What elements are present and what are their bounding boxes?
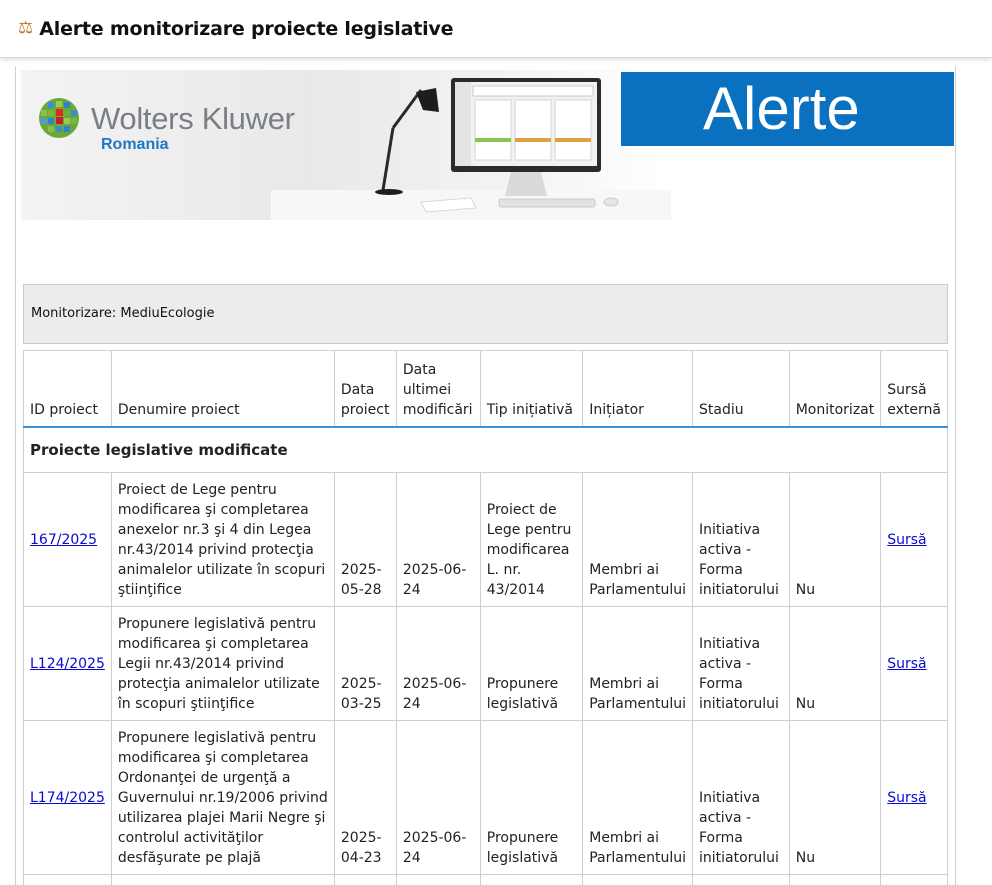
window-titlebar: ⚖ Alerte monitorizare proiecte legislati… — [0, 0, 992, 58]
project-id-link[interactable]: L124/2025 — [30, 656, 105, 672]
project-monitored-cell: Nu — [788, 720, 882, 875]
table-header-row: ID proiect Denumire proiect Data proiect… — [23, 350, 948, 428]
section-title: Proiecte legislative modificate — [23, 426, 948, 473]
desk-illustration — [271, 78, 671, 220]
project-name-cell: Propunere legislativă pentru modificarea… — [110, 720, 335, 875]
project-id-cell: L124/2025 — [23, 606, 112, 721]
project-id-cell: L174/2025 — [23, 720, 112, 875]
project-stage-cell: Initiativa activa - Forma initiatorului — [692, 720, 790, 875]
project-modified-cell: 2025-06-24 — [395, 472, 481, 607]
column-header: Sursă externă — [880, 350, 948, 428]
banner: Wolters Kluwer Romania Alerte — [21, 70, 954, 220]
column-header: Inițiator — [582, 350, 693, 428]
project-initiator-cell: Membri ai Parlamentului — [582, 720, 693, 875]
table-row: L124/2025 Propunere legislativă pentru m… — [23, 606, 948, 721]
project-type-cell: Propunere legislativă — [479, 720, 584, 875]
project-stage-cell: Initiativa activa - Forma initiatorului — [692, 606, 790, 721]
table-row — [23, 874, 948, 885]
table-row: L174/2025 Propunere legislativă pentru m… — [23, 720, 948, 875]
project-initiator-cell: Membri ai Parlamentului — [582, 472, 693, 607]
project-source-cell: Sursă — [880, 472, 948, 607]
project-name-cell: Proiect de Lege pentru modificarea şi co… — [110, 472, 335, 607]
scales-icon: ⚖ — [18, 18, 34, 38]
project-type-cell: Proiect de Lege pentru modificarea L. nr… — [479, 472, 584, 607]
brand-name: Wolters Kluwer — [91, 101, 295, 136]
projects-table: ID proiect Denumire proiect Data proiect… — [23, 350, 948, 885]
source-link[interactable]: Sursă — [887, 790, 926, 806]
project-id-link[interactable]: L174/2025 — [30, 790, 105, 806]
project-monitored-cell: Nu — [788, 472, 882, 607]
wolters-kluwer-logo-icon — [39, 98, 79, 138]
table-row: 167/2025 Proiect de Lege pentru modifica… — [23, 472, 948, 607]
project-modified-cell: 2025-06-24 — [395, 606, 481, 721]
project-stage-cell: Initiativa activa - Forma initiatorului — [692, 472, 790, 607]
source-link[interactable]: Sursă — [887, 656, 926, 672]
column-header: Tip inițiativă — [479, 350, 584, 428]
monitor-label: Monitorizare: MediuEcologie — [23, 284, 948, 344]
column-header: Monitorizat — [788, 350, 882, 428]
brand-region: Romania — [101, 136, 169, 153]
project-monitored-cell: Nu — [788, 606, 882, 721]
column-header: Data proiect — [333, 350, 397, 428]
project-date-cell: 2025-04-23 — [333, 720, 397, 875]
source-link[interactable]: Sursă — [887, 532, 926, 548]
section-row: Proiecte legislative modificate — [23, 426, 948, 473]
column-header: Data ultimei modificări — [395, 350, 481, 428]
column-header: Stadiu — [692, 350, 790, 428]
project-date-cell: 2025-03-25 — [333, 606, 397, 721]
project-id-link[interactable]: 167/2025 — [30, 532, 97, 548]
alerte-banner: Alerte — [621, 72, 954, 146]
project-source-cell: Sursă — [880, 720, 948, 875]
column-header: ID proiect — [23, 350, 112, 428]
project-source-cell: Sursă — [880, 606, 948, 721]
project-id-cell: 167/2025 — [23, 472, 112, 607]
project-date-cell: 2025-05-28 — [333, 472, 397, 607]
project-modified-cell: 2025-06-24 — [395, 720, 481, 875]
email-body: Wolters Kluwer Romania Alerte Monitoriza… — [15, 66, 956, 885]
window-title: Alerte monitorizare proiecte legislative — [39, 17, 454, 40]
column-header: Denumire proiect — [110, 350, 335, 428]
project-type-cell: Propunere legislativă — [479, 606, 584, 721]
project-name-cell: Propunere legislativă pentru modificarea… — [110, 606, 335, 721]
project-initiator-cell: Membri ai Parlamentului — [582, 606, 693, 721]
